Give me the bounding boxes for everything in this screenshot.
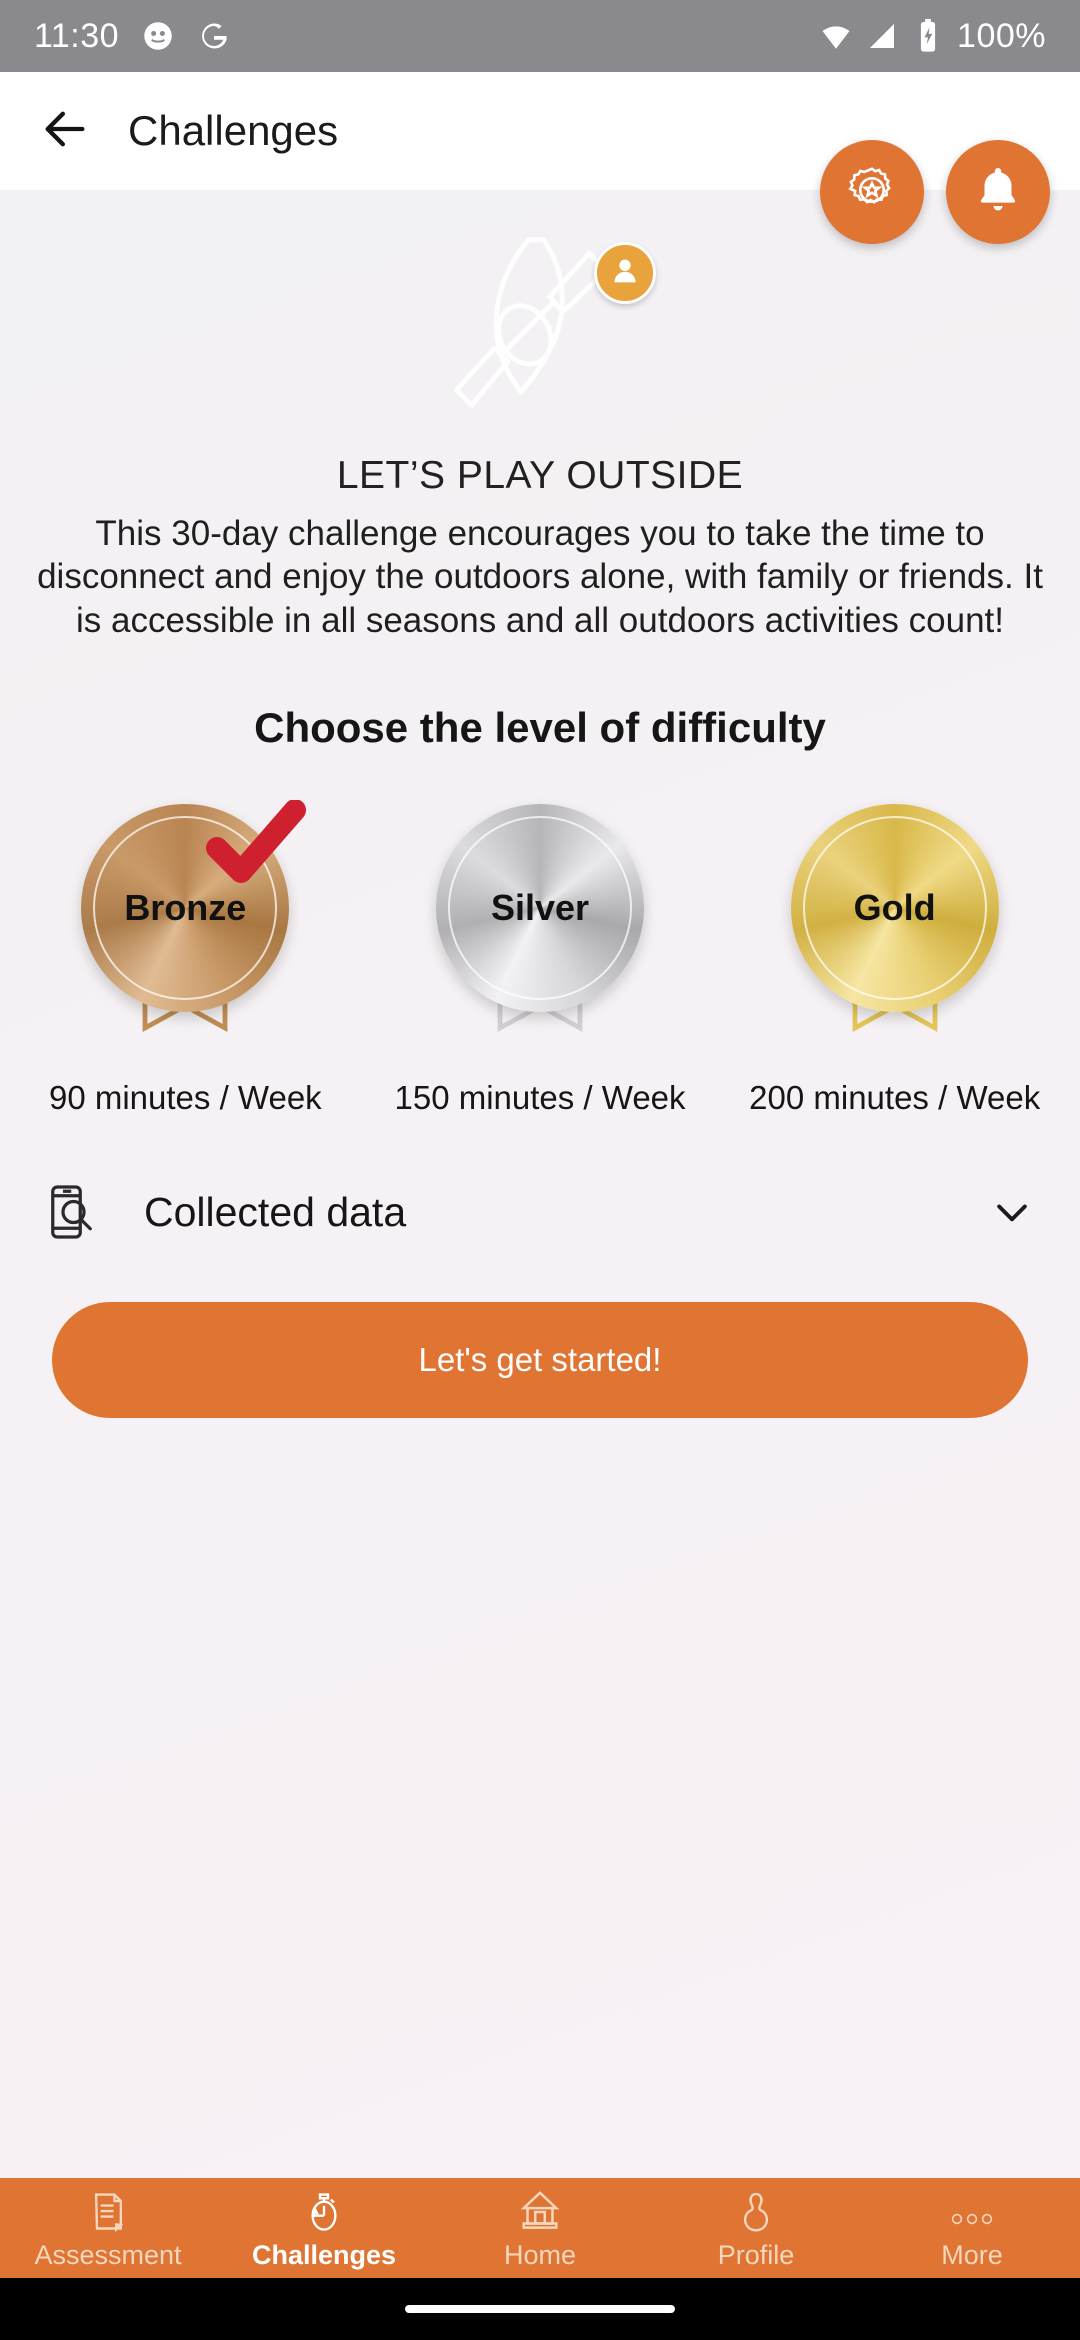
difficulty-option-silver[interactable]: Silver 150 minutes / Week [363,804,718,1118]
main-content: LET’S PLAY OUTSIDE This 30-day challenge… [0,190,1080,2178]
achievements-fab[interactable] [820,140,924,244]
signal-icon [865,19,899,53]
status-bar-right: 100% [819,17,1046,56]
bell-icon [971,163,1025,222]
notifications-fab[interactable] [946,140,1050,244]
nav-label-home: Home [503,2239,577,2270]
nav-item-home[interactable]: Home [432,2186,648,2271]
nav-label-assessment: Assessment [34,2239,182,2270]
selected-check-icon [201,799,311,895]
gesture-navigation-bar [0,2278,1080,2340]
document-icon [86,2186,130,2234]
battery-charging-icon [911,19,945,53]
challenge-title: LET’S PLAY OUTSIDE [336,454,744,497]
phone-search-icon [42,1180,106,1244]
stopwatch-icon [302,2186,346,2234]
google-icon [197,19,231,53]
nav-item-more[interactable]: More [864,2186,1080,2271]
nav-item-profile[interactable]: Profile [648,2186,864,2271]
nav-label-challenges: Challenges [251,2239,397,2270]
app-icon [141,19,175,53]
back-arrow-icon [39,103,91,160]
status-time: 11:30 [34,16,120,55]
medal-gold[interactable]: Gold [790,804,999,1013]
nav-item-assessment[interactable]: Assessment [0,2186,216,2271]
chevron-down-icon[interactable] [986,1186,1038,1238]
person-outline-icon [734,2186,778,2234]
difficulty-heading: Choose the level of difficulty [254,704,826,752]
status-bar: 11:30 100% [0,0,1080,72]
nav-item-challenges[interactable]: Challenges [216,2186,432,2271]
gesture-pill[interactable] [405,2305,675,2313]
difficulty-duration-gold: 200 minutes / Week [749,1079,1041,1117]
back-button[interactable] [34,100,96,162]
wifi-icon [819,19,853,53]
difficulty-options: Bronze 90 minutes / Week Silver 150 minu… [0,799,1080,1118]
collected-data-label: Collected data [144,1188,407,1235]
medal-gold-wrap: Gold [775,804,1015,1044]
nav-label-more: More [941,2239,1003,2270]
three-dots-icon [949,2186,995,2234]
house-icon [517,2186,563,2234]
award-badge-icon [846,164,898,221]
medal-bronze-wrap: Bronze [65,799,307,1044]
medal-gold-label: Gold [853,887,936,929]
nav-label-profile: Profile [717,2239,795,2270]
medal-silver[interactable]: Silver [436,804,644,1013]
challenge-description: This 30-day challenge encourages you to … [37,514,1043,640]
difficulty-option-bronze[interactable]: Bronze 90 minutes / Week [8,799,363,1118]
medal-silver-label: Silver [490,887,590,929]
get-started-button[interactable]: Let's get started! [52,1302,1028,1419]
medal-silver-wrap: Silver [420,804,660,1044]
difficulty-option-gold[interactable]: Gold 200 minutes / Week [717,804,1072,1118]
floating-action-buttons [820,140,1050,244]
battery-percent: 100% [957,16,1046,55]
page-title: Challenges [128,107,339,154]
collected-data-row[interactable]: Collected data [34,1180,1046,1244]
avatar[interactable] [594,242,656,304]
status-bar-left: 11:30 [34,17,231,56]
bottom-navigation: Assessment Challenges Home Profile More [0,2178,1080,2278]
difficulty-duration-silver: 150 minutes / Week [394,1079,686,1117]
difficulty-duration-bronze: 90 minutes / Week [48,1079,322,1117]
person-icon [608,254,642,293]
